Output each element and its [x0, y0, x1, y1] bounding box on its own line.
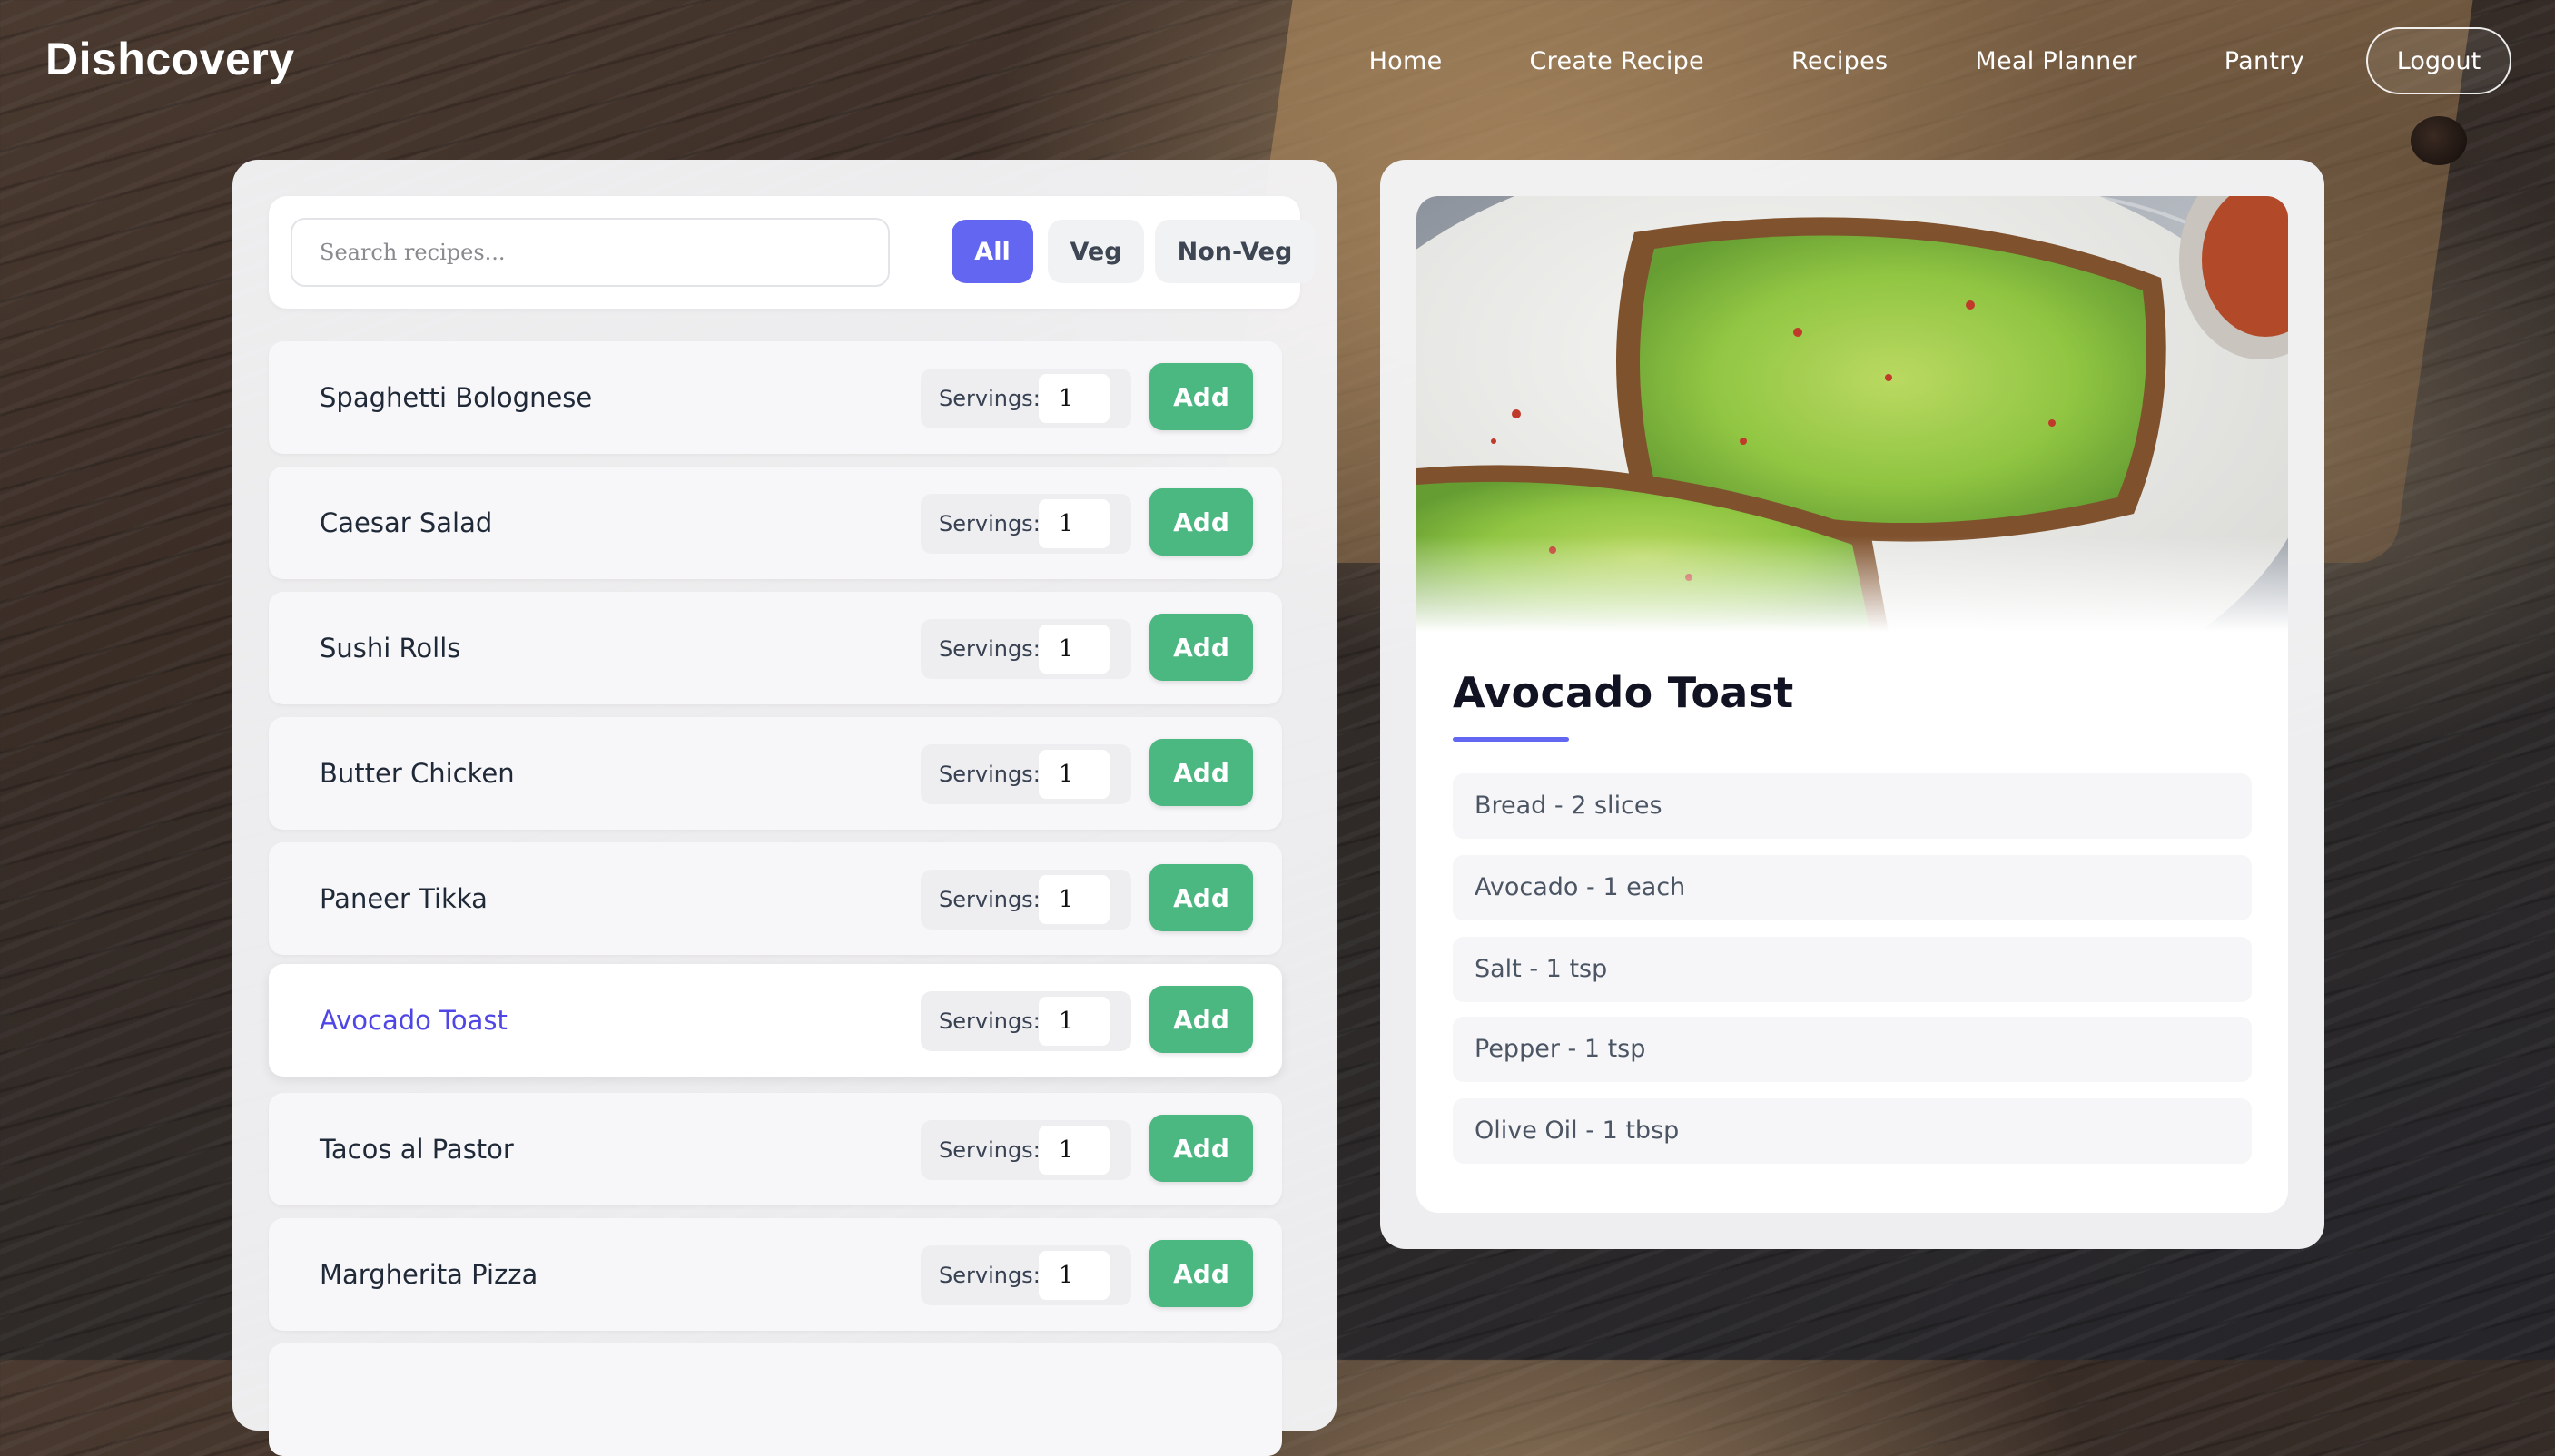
- recipe-list-panel: All Veg Non-Veg Spaghetti Bolognese Serv…: [232, 160, 1337, 1456]
- recipe-photo: [1416, 196, 2288, 632]
- recipe-row[interactable]: Margherita Pizza Servings: Add: [269, 1218, 1282, 1331]
- nav-recipes[interactable]: Recipes: [1748, 47, 1931, 75]
- filter-veg-button[interactable]: Veg: [1048, 220, 1144, 283]
- servings-label: Servings:: [939, 887, 1041, 912]
- ingredient-item: Olive Oil - 1 tbsp: [1453, 1098, 2252, 1164]
- add-button[interactable]: Add: [1149, 864, 1253, 931]
- recipe-detail-panel: Avocado Toast Bread - 2 slices Avocado -…: [1380, 160, 2324, 1249]
- add-button[interactable]: Add: [1149, 488, 1253, 556]
- ingredient-item: Pepper - 1 tsp: [1453, 1017, 2252, 1082]
- add-button[interactable]: Add: [1149, 986, 1253, 1053]
- recipe-row[interactable]: Tacos al Pastor Servings: Add: [269, 1093, 1282, 1205]
- logout-button[interactable]: Logout: [2366, 27, 2511, 94]
- ingredient-item: Salt - 1 tsp: [1453, 937, 2252, 1002]
- recipe-row[interactable]: Caesar Salad Servings: Add: [269, 467, 1282, 579]
- nav-create-recipe[interactable]: Create Recipe: [1486, 47, 1748, 75]
- add-button[interactable]: Add: [1149, 739, 1253, 806]
- recipe-name[interactable]: Caesar Salad: [320, 467, 492, 579]
- servings-control: Servings:: [921, 1120, 1131, 1180]
- servings-input[interactable]: [1039, 374, 1110, 423]
- add-button[interactable]: Add: [1149, 363, 1253, 430]
- recipe-row-partial[interactable]: [269, 1343, 1282, 1456]
- filter-non-veg-button[interactable]: Non-Veg: [1155, 220, 1315, 283]
- recipe-row[interactable]: Paneer Tikka Servings: Add: [269, 842, 1282, 955]
- nav-home[interactable]: Home: [1326, 47, 1486, 75]
- ingredient-item: Avocado - 1 each: [1453, 855, 2252, 920]
- recipe-detail-card: Avocado Toast Bread - 2 slices Avocado -…: [1416, 196, 2288, 1213]
- servings-label: Servings:: [939, 1263, 1041, 1288]
- filter-bar: All Veg Non-Veg: [269, 196, 1315, 309]
- servings-label: Servings:: [939, 1008, 1041, 1034]
- recipe-row[interactable]: Sushi Rolls Servings: Add: [269, 592, 1282, 704]
- servings-input[interactable]: [1039, 499, 1110, 548]
- recipe-name[interactable]: Tacos al Pastor: [320, 1093, 514, 1205]
- filter-all-button[interactable]: All: [952, 220, 1033, 283]
- servings-control: Servings:: [921, 619, 1131, 679]
- servings-label: Servings:: [939, 1137, 1041, 1163]
- servings-label: Servings:: [939, 511, 1041, 536]
- add-button[interactable]: Add: [1149, 1240, 1253, 1307]
- recipe-row[interactable]: Spaghetti Bolognese Servings: Add: [269, 341, 1282, 454]
- title-underline: [1453, 737, 1569, 742]
- servings-control: Servings:: [921, 991, 1131, 1051]
- servings-control: Servings:: [921, 870, 1131, 930]
- recipe-name[interactable]: Sushi Rolls: [320, 592, 460, 704]
- search-input[interactable]: [291, 218, 890, 287]
- recipe-name[interactable]: Paneer Tikka: [320, 842, 488, 955]
- servings-label: Servings:: [939, 762, 1041, 787]
- ingredient-item: Bread - 2 slices: [1453, 773, 2252, 839]
- servings-input[interactable]: [1039, 750, 1110, 799]
- recipe-detail-title: Avocado Toast: [1453, 668, 1794, 717]
- add-button[interactable]: Add: [1149, 1115, 1253, 1182]
- nav-meal-planner[interactable]: Meal Planner: [1931, 47, 2180, 75]
- recipe-name[interactable]: Butter Chicken: [320, 717, 515, 830]
- recipe-name[interactable]: Margherita Pizza: [320, 1218, 538, 1331]
- add-button[interactable]: Add: [1149, 614, 1253, 681]
- recipe-row-selected[interactable]: Avocado Toast Servings: Add: [269, 964, 1282, 1077]
- nav-pantry[interactable]: Pantry: [2181, 47, 2348, 75]
- nav-menu: Home Create Recipe Recipes Meal Planner …: [1326, 27, 2511, 94]
- servings-label: Servings:: [939, 386, 1041, 411]
- recipe-row[interactable]: Butter Chicken Servings: Add: [269, 717, 1282, 830]
- servings-control: Servings:: [921, 494, 1131, 554]
- servings-control: Servings:: [921, 369, 1131, 428]
- servings-input[interactable]: [1039, 1126, 1110, 1175]
- servings-input[interactable]: [1039, 625, 1110, 674]
- servings-input[interactable]: [1039, 1251, 1110, 1300]
- servings-label: Servings:: [939, 636, 1041, 662]
- recipe-name[interactable]: Spaghetti Bolognese: [320, 341, 592, 454]
- servings-control: Servings:: [921, 744, 1131, 804]
- servings-control: Servings:: [921, 1245, 1131, 1305]
- brand-logo[interactable]: Dishcovery: [45, 33, 295, 85]
- servings-input[interactable]: [1039, 875, 1110, 924]
- servings-input[interactable]: [1039, 997, 1110, 1046]
- top-navbar: Dishcovery Home Create Recipe Recipes Me…: [0, 0, 2555, 127]
- recipe-name[interactable]: Avocado Toast: [320, 964, 508, 1077]
